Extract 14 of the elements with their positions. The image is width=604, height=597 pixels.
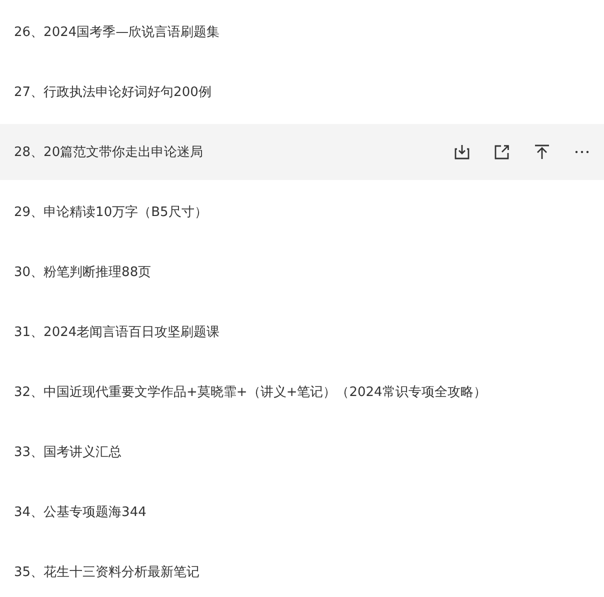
download-icon[interactable] [454, 144, 470, 160]
file-title[interactable]: 35、花生十三资料分析最新笔记 [14, 563, 200, 581]
list-row-highlight[interactable]: 28、20篇范文带你走出申论迷局 [0, 124, 604, 180]
file-title[interactable]: 30、粉笔判断推理88页 [14, 263, 152, 281]
file-title[interactable]: 29、申论精读10万字（B5尺寸） [14, 203, 208, 221]
file-title[interactable]: 27、行政执法申论好词好句200例 [14, 83, 212, 101]
share-icon[interactable] [494, 144, 510, 160]
file-title[interactable]: 32、中国近现代重要文学作品+莫晓霏+（讲义+笔记）（2024常识专项全攻略） [14, 383, 486, 401]
file-title[interactable]: 34、公基专项题海344 [14, 503, 146, 521]
file-title[interactable]: 33、国考讲义汇总 [14, 443, 122, 461]
file-title[interactable]: 28、20篇范文带你走出申论迷局 [14, 143, 204, 161]
file-title[interactable]: 31、2024老闻言语百日攻坚刷题课 [14, 323, 220, 341]
file-title[interactable]: 26、2024国考季—欣说言语刷题集 [14, 23, 220, 41]
pin-to-top-icon[interactable] [534, 144, 550, 160]
